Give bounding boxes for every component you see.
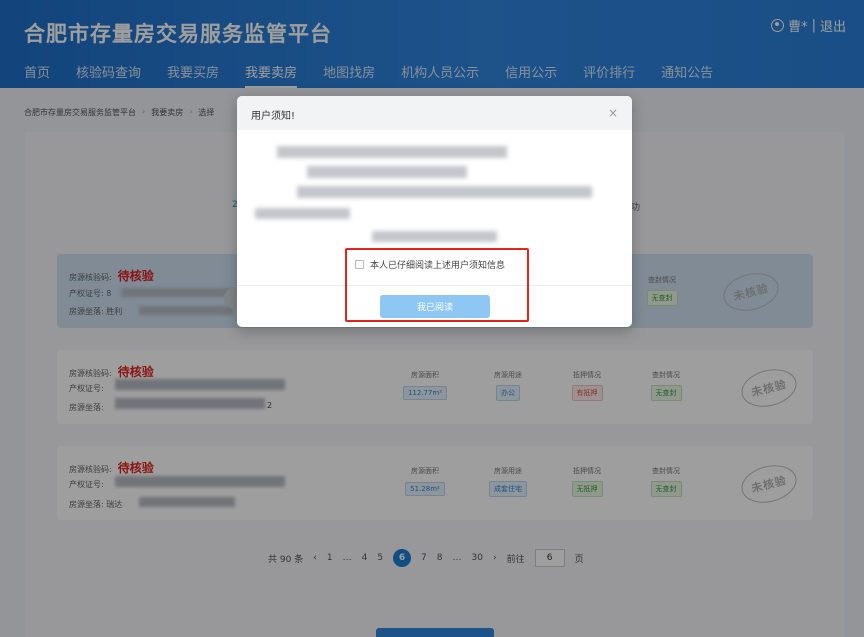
redacted-notice-text (255, 208, 350, 219)
modal-header: 用户须知! × (237, 96, 632, 130)
modal-title: 用户须知! (251, 111, 296, 122)
redacted-notice-text (297, 186, 592, 198)
highlight-annotation-box (345, 248, 529, 322)
redacted-notice-text (372, 231, 497, 242)
close-icon[interactable]: × (608, 106, 618, 120)
redacted-notice-text (277, 146, 507, 158)
redacted-notice-text (307, 166, 467, 178)
